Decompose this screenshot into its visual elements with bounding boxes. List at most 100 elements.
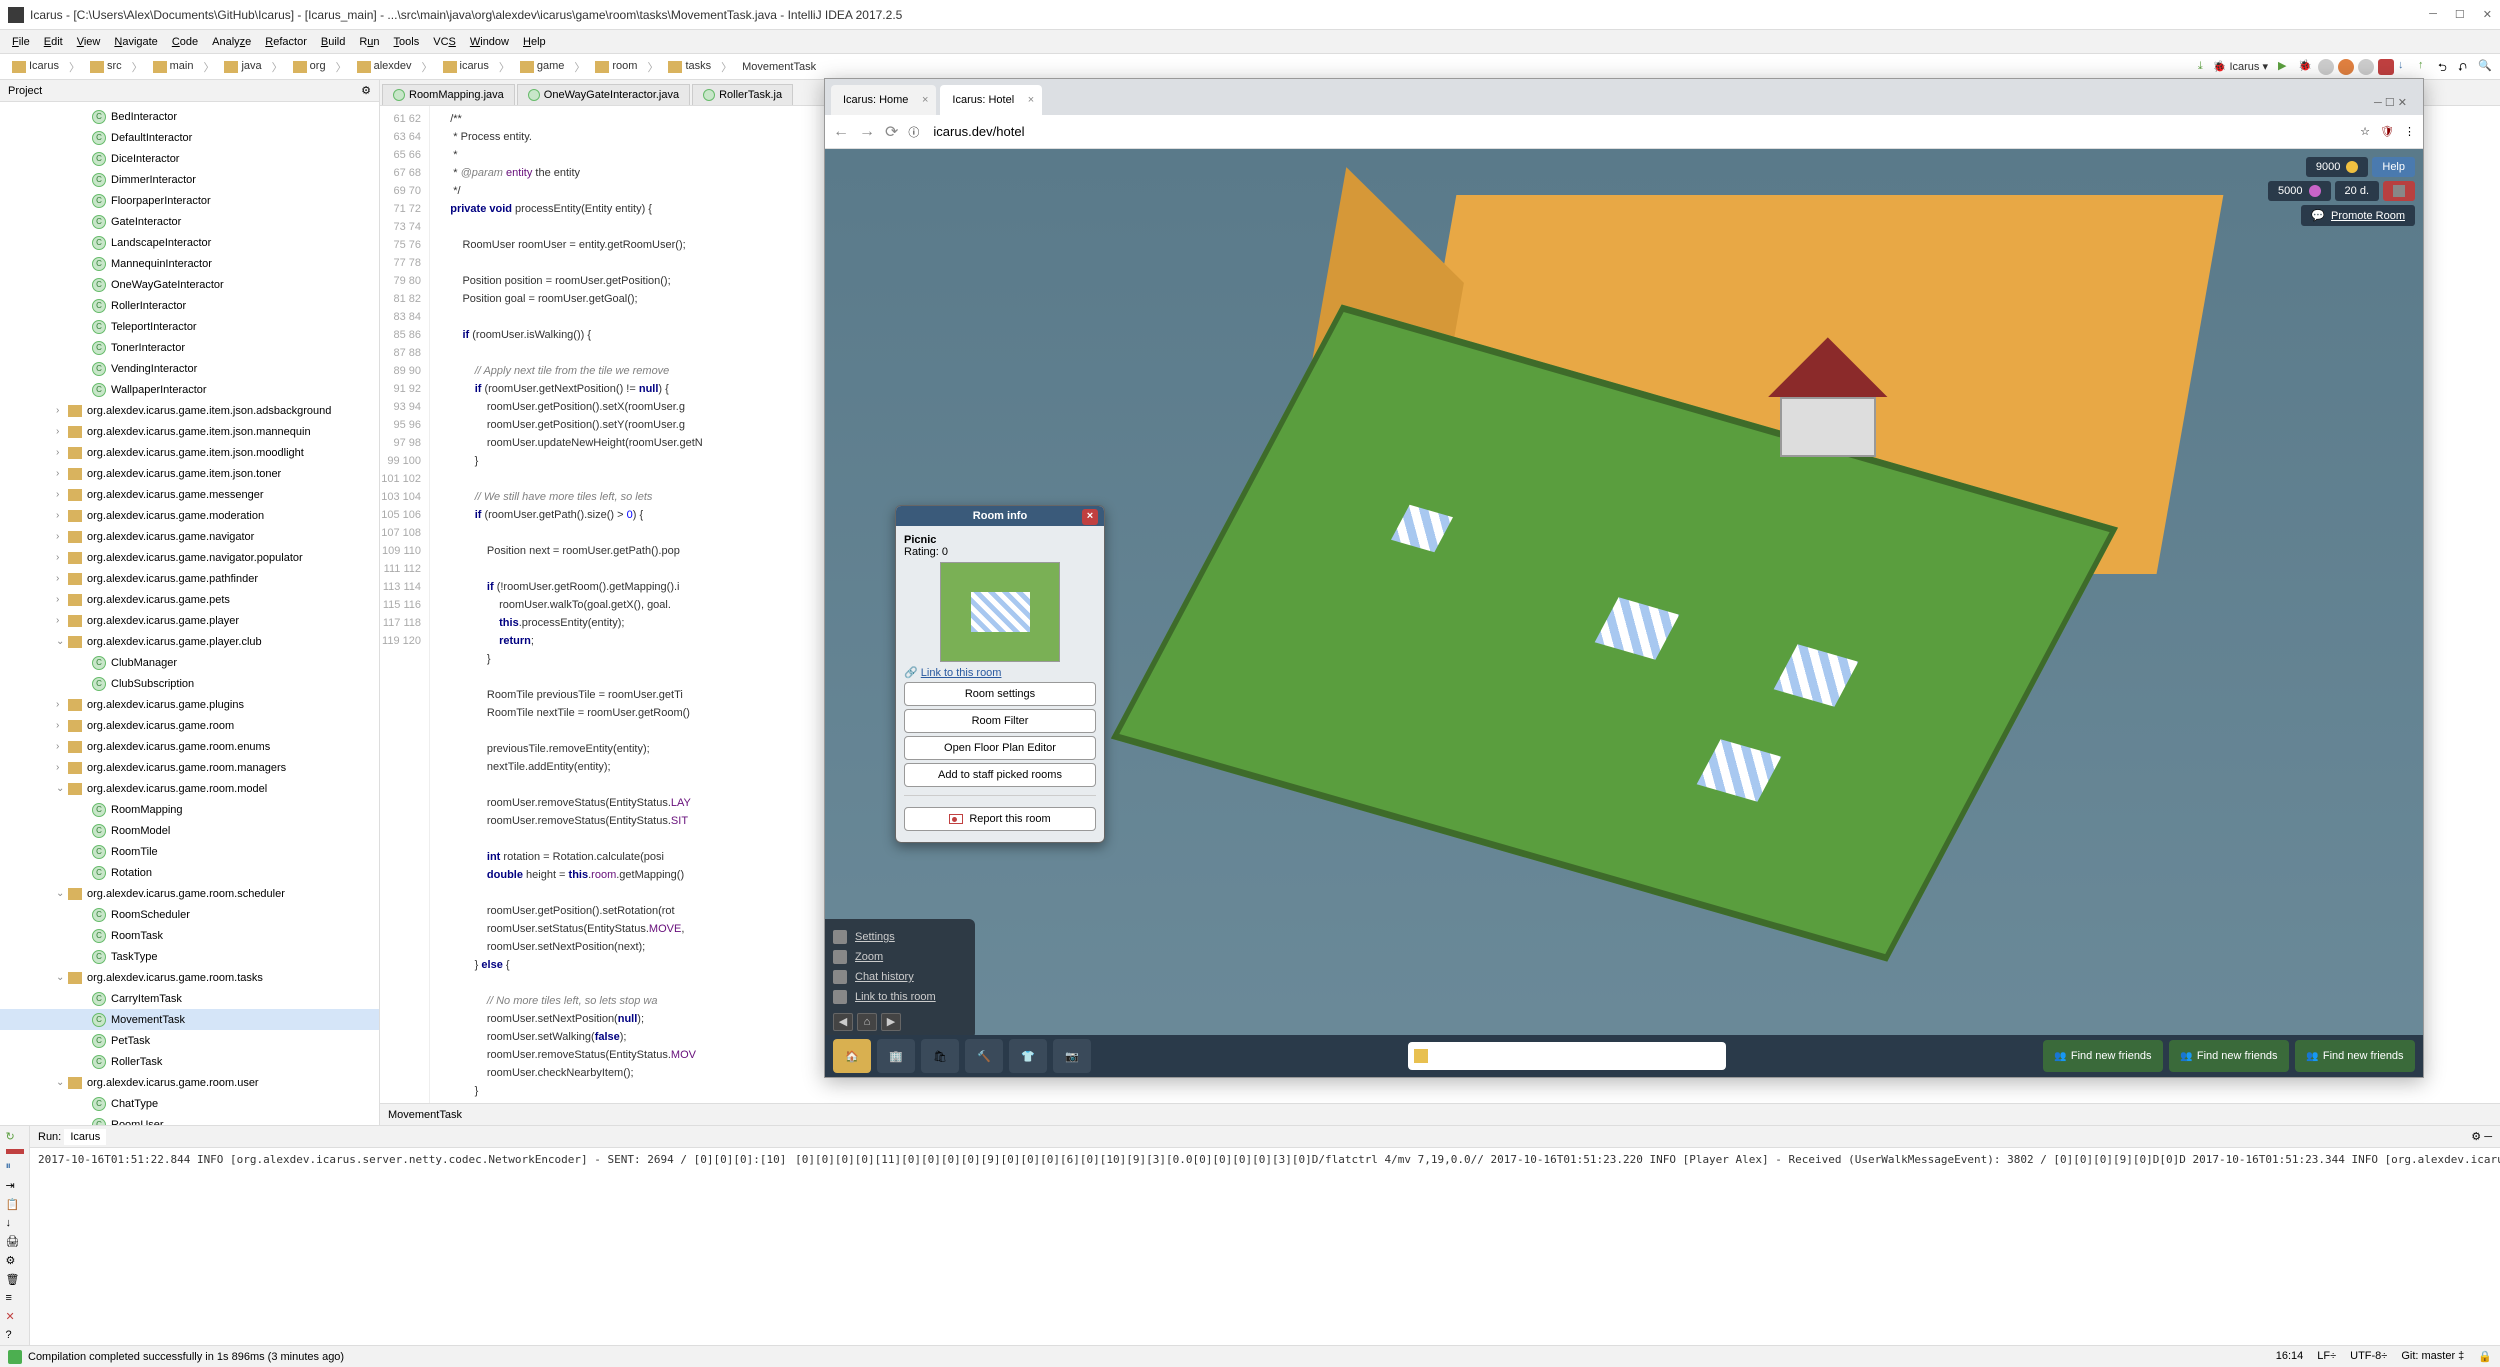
tool-icon[interactable]: 📋 xyxy=(6,1198,24,1211)
package-node[interactable]: ⌄org.alexdev.icarus.game.room.tasks xyxy=(0,967,379,988)
class-node[interactable]: CRoomUser xyxy=(0,1114,379,1125)
class-node[interactable]: CRollerTask xyxy=(0,1051,379,1072)
class-node[interactable]: CTonerInteractor xyxy=(0,337,379,358)
mini-zoom[interactable]: Zoom xyxy=(833,947,967,967)
info-icon[interactable]: ⓘ xyxy=(908,124,919,140)
staff-pick-button[interactable]: Add to staff picked rooms xyxy=(904,763,1096,787)
toolbar-icon[interactable] xyxy=(2338,59,2354,75)
toolbar-build-icon[interactable]: ⤓ xyxy=(2198,60,2203,73)
package-node[interactable]: ›org.alexdev.icarus.game.plugins xyxy=(0,694,379,715)
menu-analyze[interactable]: Analyze xyxy=(206,34,257,50)
nav-forward[interactable]: ▶ xyxy=(881,1013,901,1031)
game-viewport[interactable]: 9000 Help 5000 20 d. 💬 Promote Room Room… xyxy=(825,149,2423,1077)
package-node[interactable]: ›org.alexdev.icarus.game.pets xyxy=(0,589,379,610)
minimize-button[interactable]: ─ xyxy=(2429,8,2437,21)
breadcrumb[interactable]: game xyxy=(514,58,571,74)
class-node[interactable]: CDiceInteractor xyxy=(0,148,379,169)
package-node[interactable]: ›org.alexdev.icarus.game.messenger xyxy=(0,484,379,505)
breadcrumb[interactable]: tasks xyxy=(662,58,717,74)
file-encoding[interactable]: UTF-8÷ xyxy=(2350,1350,2387,1363)
gear-icon[interactable]: ⚙ xyxy=(361,84,371,97)
nav-icon[interactable]: 🏢 xyxy=(877,1039,915,1073)
class-node[interactable]: CFloorpaperInteractor xyxy=(0,190,379,211)
run-button[interactable]: ▶ xyxy=(2278,59,2294,75)
class-node[interactable]: CTaskType xyxy=(0,946,379,967)
menu-file[interactable]: File xyxy=(6,34,36,50)
close-icon[interactable]: × xyxy=(922,94,928,106)
currency-duckets[interactable]: 5000 xyxy=(2268,181,2330,201)
chat-style-icon[interactable] xyxy=(1414,1049,1428,1063)
class-node[interactable]: COneWayGateInteractor xyxy=(0,274,379,295)
floor-plan-button[interactable]: Open Floor Plan Editor xyxy=(904,736,1096,760)
class-node[interactable]: CCarryItemTask xyxy=(0,988,379,1009)
close-button[interactable]: ✕ xyxy=(2483,8,2492,21)
room-filter-button[interactable]: Room Filter xyxy=(904,709,1096,733)
tool-icon[interactable]: ≡ xyxy=(6,1292,24,1304)
package-node[interactable]: ›org.alexdev.icarus.game.player xyxy=(0,610,379,631)
toolbar-icon[interactable]: ⮌ xyxy=(2438,59,2454,75)
breadcrumb[interactable]: icarus xyxy=(437,58,495,74)
package-node[interactable]: ›org.alexdev.icarus.game.item.json.moodl… xyxy=(0,442,379,463)
class-node[interactable]: CTeleportInteractor xyxy=(0,316,379,337)
class-node[interactable]: CClubSubscription xyxy=(0,673,379,694)
report-room-button[interactable]: Report this room xyxy=(904,807,1096,831)
class-node[interactable]: CMannequinInteractor xyxy=(0,253,379,274)
stop-button[interactable] xyxy=(2378,59,2394,75)
package-node[interactable]: ›org.alexdev.icarus.game.moderation xyxy=(0,505,379,526)
maximize-button[interactable]: ☐ xyxy=(2455,8,2465,21)
package-node[interactable]: ⌄org.alexdev.icarus.game.player.club xyxy=(0,631,379,652)
class-node[interactable]: CRollerInteractor xyxy=(0,295,379,316)
mini-chat-history[interactable]: Chat history xyxy=(833,967,967,987)
settings-button[interactable] xyxy=(2383,181,2415,201)
breadcrumb[interactable]: org xyxy=(287,58,332,74)
breadcrumb[interactable]: main xyxy=(147,58,200,74)
mini-settings[interactable]: Settings xyxy=(833,927,967,947)
menu-refactor[interactable]: Refactor xyxy=(259,34,313,50)
menu-vcs[interactable]: VCS xyxy=(427,34,462,50)
package-node[interactable]: ⌄org.alexdev.icarus.game.room.scheduler xyxy=(0,883,379,904)
breadcrumb[interactable]: alexdev xyxy=(351,58,418,74)
mini-link[interactable]: Link to this room xyxy=(833,987,967,1007)
editor-tab[interactable]: RoomMapping.java xyxy=(382,84,515,105)
caret-position[interactable]: 16:14 xyxy=(2276,1350,2304,1363)
class-node[interactable]: CRoomScheduler xyxy=(0,904,379,925)
find-friends-button[interactable]: 👥 Find new friends xyxy=(2295,1040,2415,1072)
browser-tab[interactable]: Icarus: Home× xyxy=(831,85,936,115)
stop-icon[interactable] xyxy=(6,1149,24,1154)
class-node[interactable]: CRotation xyxy=(0,862,379,883)
class-node[interactable]: CClubManager xyxy=(0,652,379,673)
class-node[interactable]: CMovementTask xyxy=(0,1009,379,1030)
git-branch[interactable]: Git: master ‡ xyxy=(2401,1350,2464,1363)
help-icon[interactable]: ? xyxy=(6,1329,24,1341)
find-friends-button[interactable]: 👥 Find new friends xyxy=(2043,1040,2163,1072)
breadcrumb[interactable]: Icarus xyxy=(6,58,65,74)
editor-tab[interactable]: OneWayGateInteractor.java xyxy=(517,84,690,105)
package-node[interactable]: ⌄org.alexdev.icarus.game.room.user xyxy=(0,1072,379,1093)
promote-room-button[interactable]: 💬 Promote Room xyxy=(2301,205,2415,226)
breadcrumb[interactable]: java xyxy=(218,58,267,74)
tool-icon[interactable]: ⚙ xyxy=(6,1254,24,1267)
menu-edit[interactable]: Edit xyxy=(38,34,69,50)
help-button[interactable]: Help xyxy=(2372,157,2415,177)
menu-icon[interactable]: ⋮ xyxy=(2404,125,2415,138)
menu-view[interactable]: View xyxy=(71,34,107,50)
tool-icon[interactable]: 🗑 xyxy=(6,1273,24,1286)
inventory-icon[interactable]: 👕 xyxy=(1009,1039,1047,1073)
nav-back[interactable]: ◀ xyxy=(833,1013,853,1031)
hc-days[interactable]: 20 d. xyxy=(2335,181,2379,201)
builders-icon[interactable]: 🔨 xyxy=(965,1039,1003,1073)
package-node[interactable]: ›org.alexdev.icarus.game.pathfinder xyxy=(0,568,379,589)
tool-icon[interactable]: ↓ xyxy=(6,1217,24,1229)
search-icon[interactable]: 🔍 xyxy=(2478,59,2494,75)
home-icon[interactable]: 🏠 xyxy=(833,1039,871,1073)
tool-icon[interactable]: 🖨 xyxy=(6,1235,24,1248)
find-friends-button[interactable]: 👥 Find new friends xyxy=(2169,1040,2289,1072)
package-node[interactable]: ›org.alexdev.icarus.game.navigator xyxy=(0,526,379,547)
toolbar-icon[interactable]: ⮏ xyxy=(2458,59,2474,75)
line-separator[interactable]: LF÷ xyxy=(2317,1350,2336,1363)
close-icon[interactable]: ✕ xyxy=(6,1310,24,1323)
class-node[interactable]: CWallpaperInteractor xyxy=(0,379,379,400)
class-node[interactable]: CLandscapeInteractor xyxy=(0,232,379,253)
back-button[interactable]: ← xyxy=(833,123,849,141)
class-node[interactable]: CDefaultInteractor xyxy=(0,127,379,148)
